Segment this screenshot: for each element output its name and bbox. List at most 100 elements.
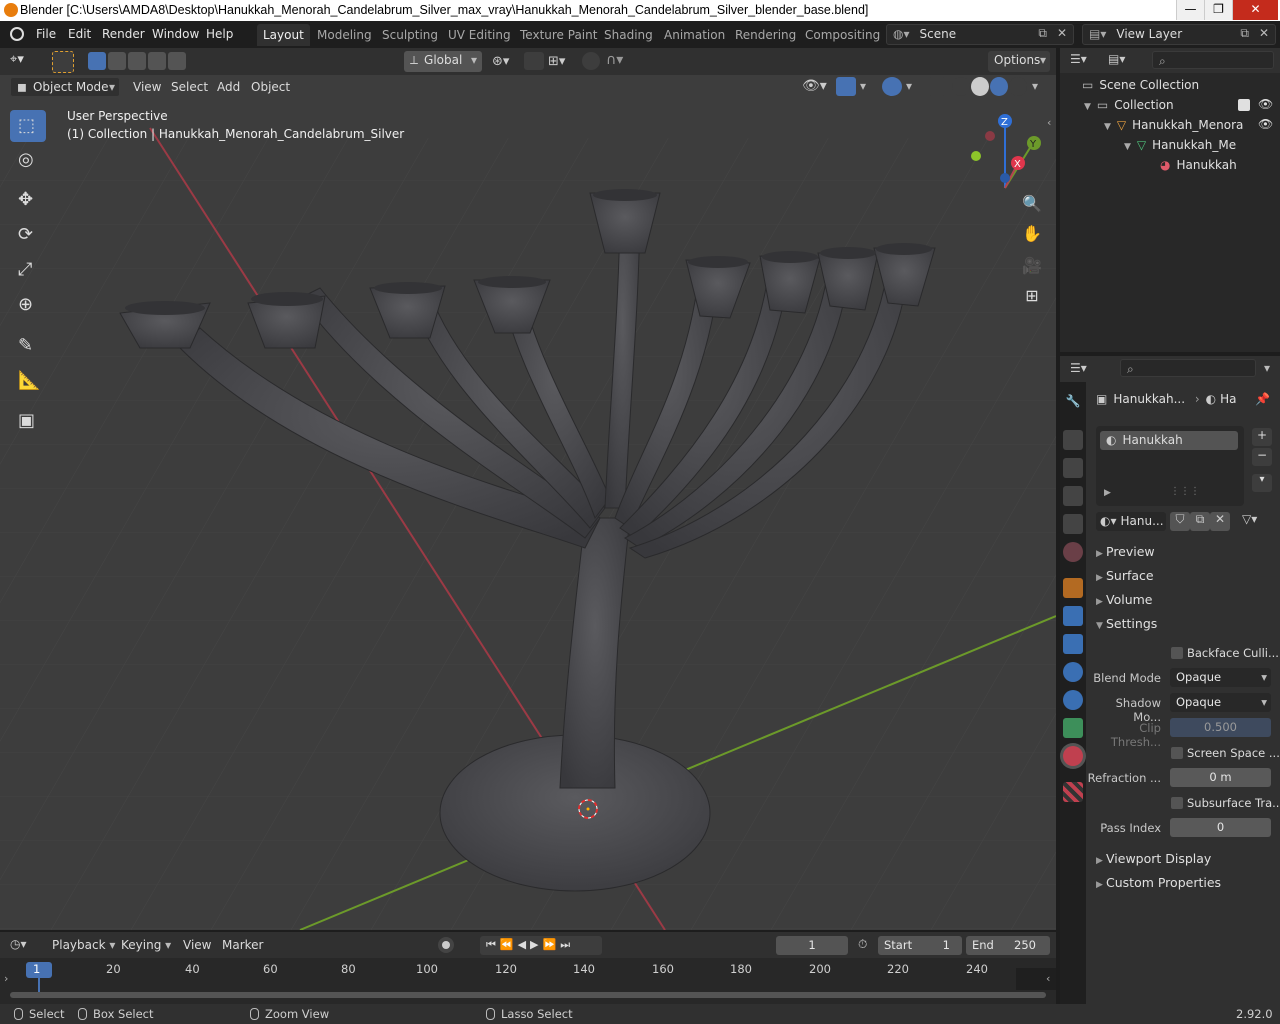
new-scene-icon[interactable]: ⧉ bbox=[1038, 26, 1047, 41]
viewport-menu-add[interactable]: Add bbox=[217, 80, 240, 94]
tab-rendering[interactable]: Rendering bbox=[729, 24, 802, 46]
subsurface-translucency-checkbox[interactable] bbox=[1171, 797, 1183, 809]
shading-solid-icon[interactable] bbox=[971, 77, 989, 96]
preview-range-icon[interactable]: ⏱ bbox=[858, 937, 867, 952]
link-data-icon[interactable]: ▽▾ bbox=[1242, 512, 1257, 526]
menu-file[interactable]: File bbox=[36, 27, 56, 41]
particles-tab-icon[interactable] bbox=[1063, 634, 1083, 654]
sidebar-toggle-icon[interactable]: ‹ bbox=[1047, 116, 1051, 129]
duplicate-material-icon[interactable]: ⧉ bbox=[1190, 512, 1210, 531]
collection-visibility-icon[interactable]: 👁 bbox=[1258, 97, 1273, 111]
viewport-menu-object[interactable]: Object bbox=[251, 80, 290, 94]
options-dropdown[interactable]: Options ▾ bbox=[988, 51, 1050, 72]
modifier-tab-icon[interactable] bbox=[1063, 606, 1083, 626]
clip-threshold-field[interactable]: 0.500 bbox=[1170, 718, 1271, 737]
tab-shading[interactable]: Shading bbox=[598, 24, 659, 46]
shading-wireframe-icon[interactable] bbox=[952, 77, 970, 96]
outliner-display-mode-icon[interactable]: ▤▾ bbox=[1108, 52, 1125, 66]
minimize-button[interactable]: — bbox=[1176, 0, 1204, 20]
transform-orientation-dropdown[interactable]: ⟂ Global ▾ bbox=[404, 51, 482, 72]
properties-search-input[interactable]: ⌕ bbox=[1120, 359, 1256, 377]
new-view-layer-icon[interactable]: ⧉ bbox=[1240, 26, 1249, 41]
proportional-edit-icon[interactable] bbox=[582, 52, 600, 70]
gizmo-toggle-icon[interactable] bbox=[836, 77, 856, 96]
tab-texture-paint[interactable]: Texture Paint bbox=[514, 24, 603, 46]
tool-select-box[interactable]: ⬚ bbox=[10, 110, 46, 142]
viewport-menu-view[interactable]: View bbox=[133, 80, 161, 94]
mode-subtract-icon[interactable] bbox=[128, 52, 146, 70]
outliner-material[interactable]: ◕ Hanukkah bbox=[1160, 158, 1237, 178]
overlay-toggle-icon[interactable] bbox=[882, 77, 902, 96]
properties-editor-icon[interactable]: ☰▾ bbox=[1070, 361, 1087, 375]
pin-icon[interactable]: 📌 bbox=[1255, 392, 1270, 406]
material-browse[interactable]: ◐▾ Hanu... bbox=[1096, 512, 1166, 531]
timeline-left-toggle-icon[interactable]: › bbox=[4, 972, 8, 985]
outliner-object[interactable]: ▼ ▽ Hanukkah_Menora 👁 bbox=[1104, 117, 1280, 138]
shading-material-icon[interactable] bbox=[990, 77, 1008, 96]
panel-custom-properties[interactable]: ▶ Custom Properties bbox=[1096, 875, 1221, 890]
start-frame-field[interactable]: Start 1 bbox=[878, 936, 962, 955]
scene-selector[interactable]: ◍▾ Scene ⧉ ✕ bbox=[886, 24, 1074, 45]
tool-measure[interactable]: 📐 bbox=[10, 365, 46, 397]
add-slot-button[interactable]: + bbox=[1252, 428, 1272, 446]
tool-transform[interactable]: ⊕ bbox=[10, 289, 46, 321]
mode-intersect-icon[interactable] bbox=[168, 52, 186, 70]
unlink-material-icon[interactable]: ✕ bbox=[1210, 512, 1230, 531]
3d-viewport[interactable]: Z Y X bbox=[0, 48, 1056, 930]
tool-move[interactable]: ✥ bbox=[10, 184, 46, 216]
fake-user-icon[interactable]: ⛉ bbox=[1170, 512, 1190, 531]
outliner-collection[interactable]: ▼ ▭ Collection 👁 bbox=[1084, 97, 1280, 118]
tool-rotate[interactable]: ⟳ bbox=[10, 219, 46, 251]
outliner-mesh[interactable]: ▼ ▽ Hanukkah_Me bbox=[1124, 138, 1236, 158]
select-tool-icon[interactable] bbox=[52, 51, 74, 73]
render-tab-icon[interactable] bbox=[1063, 430, 1083, 450]
object-visibility-icon[interactable]: 👁 bbox=[1258, 117, 1273, 131]
timeline-playback-menu[interactable]: Playback ▾ bbox=[52, 938, 115, 952]
panel-volume[interactable]: ▶ Volume bbox=[1096, 592, 1153, 607]
maximize-button[interactable]: ❐ bbox=[1204, 0, 1232, 20]
snap-to-icon[interactable]: ⊞▾ bbox=[548, 54, 565, 69]
pan-hand-icon[interactable]: ✋ bbox=[1018, 220, 1046, 248]
view-layer-selector[interactable]: ▤▾ View Layer ⧉ ✕ bbox=[1082, 24, 1276, 45]
pass-index-field[interactable]: 0 bbox=[1170, 818, 1271, 837]
data-tab-icon[interactable] bbox=[1063, 718, 1083, 738]
physics-tab-icon[interactable] bbox=[1063, 662, 1083, 682]
menu-help[interactable]: Help bbox=[206, 27, 233, 41]
remove-scene-icon[interactable]: ✕ bbox=[1057, 26, 1067, 40]
camera-view-icon[interactable]: 🎥 bbox=[1018, 252, 1046, 280]
visibility-icon[interactable]: 👁▾ bbox=[802, 78, 827, 94]
timeline-editor-icon[interactable]: ◷▾ bbox=[10, 937, 27, 951]
material-slot-item[interactable]: ◐ Hanukkah bbox=[1100, 431, 1238, 450]
timeline-scrollbar[interactable] bbox=[10, 992, 1046, 998]
output-tab-icon[interactable] bbox=[1063, 458, 1083, 478]
material-slot-list[interactable]: ◐ Hanukkah ▶ ⋮⋮⋮ bbox=[1096, 426, 1244, 506]
ortho-grid-icon[interactable]: ⊞ bbox=[1018, 282, 1046, 310]
slot-specials-button[interactable]: ▾ bbox=[1252, 474, 1272, 492]
tab-sculpting[interactable]: Sculpting bbox=[376, 24, 444, 46]
tab-animation[interactable]: Animation bbox=[658, 24, 731, 46]
tab-uv-editing[interactable]: UV Editing bbox=[442, 24, 517, 46]
current-frame-field[interactable]: 1 bbox=[776, 936, 848, 955]
playback-controls[interactable]: ⏮⏪◀▶⏩⏭ bbox=[480, 936, 602, 955]
menu-window[interactable]: Window bbox=[152, 27, 199, 41]
tool-annotate[interactable]: ✎ bbox=[10, 330, 46, 362]
tab-layout[interactable]: Layout bbox=[257, 24, 310, 46]
timeline-view-menu[interactable]: View bbox=[183, 938, 211, 952]
tab-modeling[interactable]: Modeling bbox=[311, 24, 378, 46]
outliner-editor-icon[interactable]: ☰▾ bbox=[1070, 52, 1087, 66]
shading-rendered-icon[interactable] bbox=[1009, 77, 1027, 96]
blender-menu-icon[interactable] bbox=[10, 27, 24, 41]
view-layer-tab-icon[interactable] bbox=[1063, 486, 1083, 506]
snap-toggle-icon[interactable] bbox=[524, 52, 544, 70]
mode-difference-icon[interactable] bbox=[148, 52, 166, 70]
shadow-mode-dropdown[interactable]: Opaque ▾ bbox=[1170, 693, 1271, 712]
backface-culling-checkbox[interactable] bbox=[1171, 647, 1183, 659]
mode-new-icon[interactable] bbox=[88, 52, 106, 70]
panel-surface[interactable]: ▶ Surface bbox=[1096, 568, 1154, 583]
menu-render[interactable]: Render bbox=[102, 27, 145, 41]
outliner-scene-collection[interactable]: ▭ Scene Collection bbox=[1082, 78, 1199, 98]
tool-cursor[interactable]: ◎ bbox=[10, 144, 46, 176]
pivot-point-icon[interactable]: ⊛▾ bbox=[492, 54, 509, 69]
remove-slot-button[interactable]: − bbox=[1252, 448, 1272, 466]
timeline-sidebar-toggle-icon[interactable]: ‹ bbox=[1046, 972, 1050, 985]
